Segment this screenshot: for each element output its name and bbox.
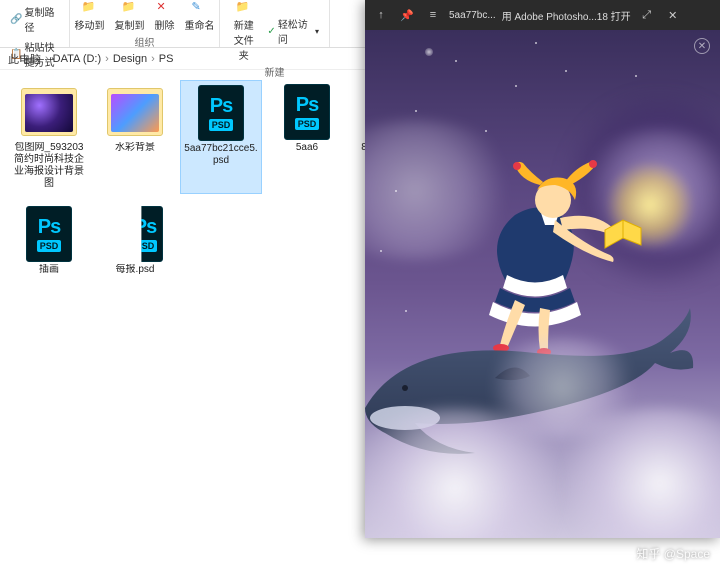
psd-file-icon: PsPSD xyxy=(279,84,335,140)
file-label: 包图网_593203简约时尚科技企业海报设计背景图 xyxy=(10,142,88,190)
delete-button[interactable]: ✕ 删除 xyxy=(151,0,179,32)
open-with-button[interactable]: 用 Adobe Photosho...18 打开 xyxy=(502,8,631,23)
expand-button[interactable]: ⤢ xyxy=(637,5,657,25)
link-icon: 🔗 xyxy=(10,14,22,25)
new-folder-button[interactable]: 📁 新建 文件夹 xyxy=(226,0,261,62)
preview-titlebar: ↑ 📌 ≡ 5aa77bc... 用 Adobe Photosho...18 打… xyxy=(365,0,720,30)
copy-to-button[interactable]: 📁 复制到 xyxy=(111,0,149,32)
rename-icon: ✎ xyxy=(192,0,208,16)
delete-icon: ✕ xyxy=(157,0,173,16)
move-to-label: 移动到 xyxy=(75,17,105,32)
breadcrumb-drive[interactable]: DATA (D:) xyxy=(51,53,103,65)
file-item[interactable]: PsPSD5aa77bc21cce5.psd xyxy=(180,80,262,194)
copy-to-icon: 📁 xyxy=(122,0,138,16)
organize-group-label: 组织 xyxy=(135,34,155,49)
new-folder-icon: 📁 xyxy=(236,0,252,16)
psd-file-icon: PsPSD xyxy=(193,85,249,141)
close-button[interactable]: ✕ xyxy=(663,5,683,25)
file-label: 插画 xyxy=(39,264,59,276)
back-button[interactable]: ↑ xyxy=(371,5,391,25)
file-item[interactable]: PsPSD 插画 xyxy=(8,202,90,280)
folder-icon xyxy=(21,84,77,140)
ribbon-group-organize: 📁 移动到 📁 复制到 ✕ 删除 ✎ 重命名 组织 xyxy=(70,0,220,47)
ribbon-group-new: 📁 新建 文件夹 ✓ 轻松访问 ▾ 新建 xyxy=(220,0,330,47)
chevron-right-icon: › xyxy=(103,53,111,65)
file-item[interactable]: 水彩背景 xyxy=(94,80,176,194)
breadcrumb-root[interactable]: 此电脑 xyxy=(6,51,43,67)
move-to-icon: 📁 xyxy=(82,0,98,16)
ribbon-copy-path-label: 复制路径 xyxy=(24,4,59,34)
easy-access-button[interactable]: ✓ 轻松访问 ▾ xyxy=(263,14,323,48)
rename-label: 重命名 xyxy=(185,17,215,32)
folder-icon xyxy=(107,84,163,140)
file-label: 水彩背景 xyxy=(115,142,155,154)
chevron-down-icon: ▾ xyxy=(315,27,319,36)
watermark: 知乎 @Space xyxy=(636,545,710,562)
preview-filename: 5aa77bc... xyxy=(449,10,496,21)
rename-button[interactable]: ✎ 重命名 xyxy=(181,0,219,32)
file-item[interactable]: 包图网_593203简约时尚科技企业海报设计背景图 xyxy=(8,80,90,194)
new-folder-label: 新建 文件夹 xyxy=(230,17,257,62)
chevron-right-icon: › xyxy=(43,53,51,65)
menu-button[interactable]: ≡ xyxy=(423,5,443,25)
file-label: 5aa77bc21cce5.psd xyxy=(183,143,259,167)
pin-button[interactable]: 📌 xyxy=(397,5,417,25)
delete-label: 删除 xyxy=(155,17,175,32)
breadcrumb-folder2[interactable]: PS xyxy=(157,53,176,65)
preview-pane: ↑ 📌 ≡ 5aa77bc... 用 Adobe Photosho...18 打… xyxy=(365,0,720,538)
file-item[interactable]: PsPSD 5aa6 xyxy=(266,80,348,194)
copy-to-label: 复制到 xyxy=(115,17,145,32)
move-to-button[interactable]: 📁 移动到 xyxy=(71,0,109,32)
new-group-label: 新建 xyxy=(265,64,285,79)
file-label: 每报.psd xyxy=(116,264,155,276)
psd-file-icon: PsPSD xyxy=(107,206,163,262)
chevron-right-icon: › xyxy=(149,53,157,65)
easy-access-label: 轻松访问 xyxy=(278,16,313,46)
file-item[interactable]: PsPSD 每报.psd xyxy=(94,202,176,280)
ribbon-group-clipboard: 🔗 复制路径 📋 粘贴快捷方式 xyxy=(0,0,70,47)
breadcrumb-folder1[interactable]: Design xyxy=(111,53,149,65)
file-label: 5aa6 xyxy=(296,142,318,154)
easy-access-icon: ✓ xyxy=(267,26,275,37)
copy-path-button[interactable]: 🔗 复制路径 xyxy=(6,2,63,36)
preview-image: ✕ xyxy=(365,30,720,538)
psd-file-icon: PsPSD xyxy=(21,206,77,262)
